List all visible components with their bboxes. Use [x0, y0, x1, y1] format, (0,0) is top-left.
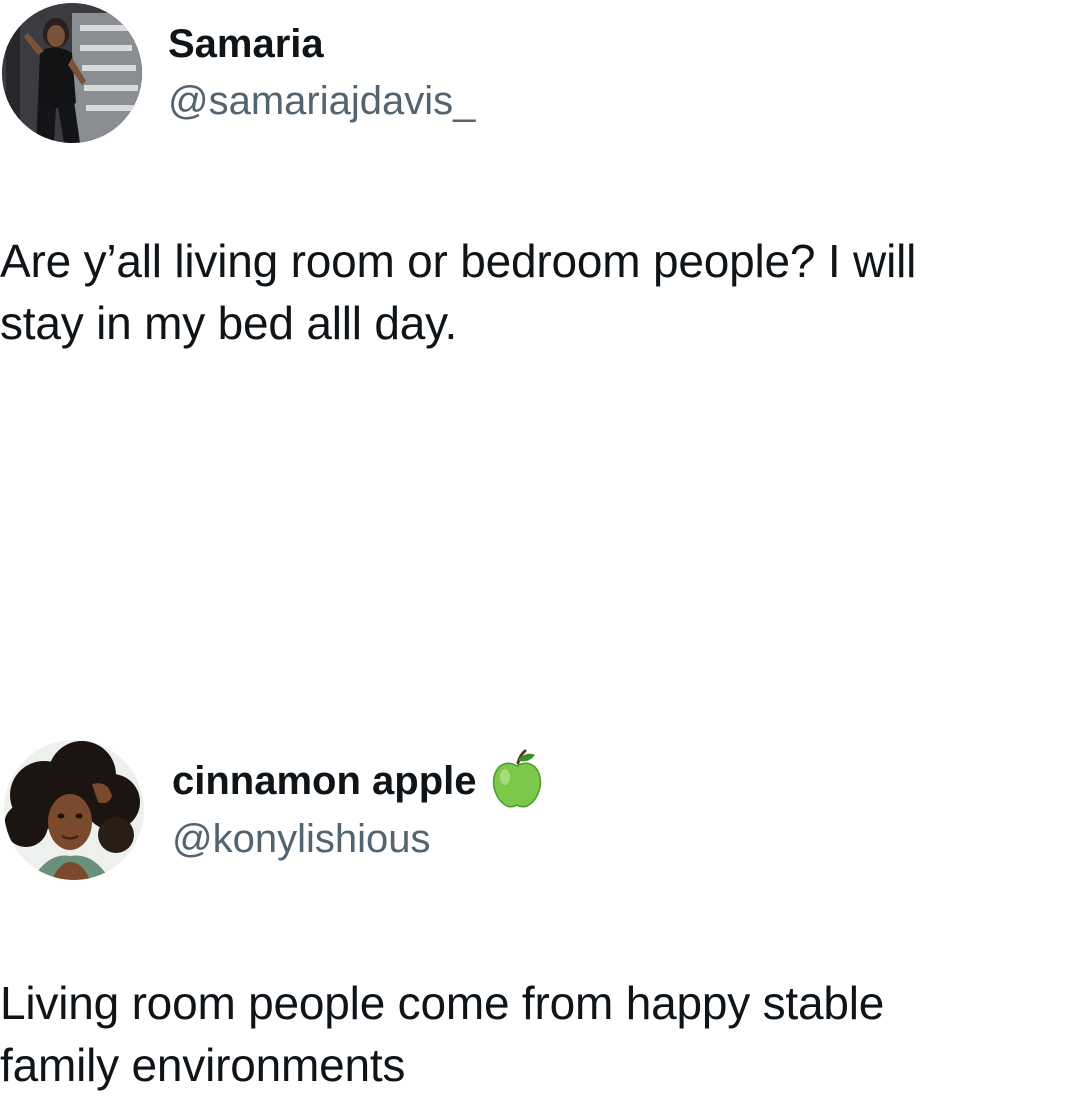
profile-photo — [4, 740, 144, 880]
user-handle[interactable]: @konylishious — [172, 815, 431, 863]
tweet-text: Living room people come from happy stabl… — [0, 972, 1075, 1096]
display-name[interactable]: cinnamon apple — [172, 749, 543, 809]
avatar[interactable] — [2, 3, 142, 143]
avatar[interactable] — [4, 740, 144, 880]
tweet-text-line: Living room people come from happy stabl… — [0, 977, 885, 1029]
display-name[interactable]: Samaria — [168, 20, 324, 68]
tweet-text-line: family environments — [0, 1039, 406, 1091]
tweet-text-line: stay in my bed alll day. — [0, 297, 458, 349]
profile-photo — [2, 3, 142, 143]
tweet-text: Are y’all living room or bedroom people?… — [0, 230, 1075, 354]
green-apple-icon — [491, 749, 543, 809]
display-name-text[interactable]: Samaria — [168, 20, 324, 68]
display-name-text[interactable]: cinnamon apple — [172, 757, 477, 805]
tweet-text-line: Are y’all living room or bedroom people?… — [0, 235, 917, 287]
user-handle[interactable]: @samariajdavis_ — [168, 77, 475, 125]
